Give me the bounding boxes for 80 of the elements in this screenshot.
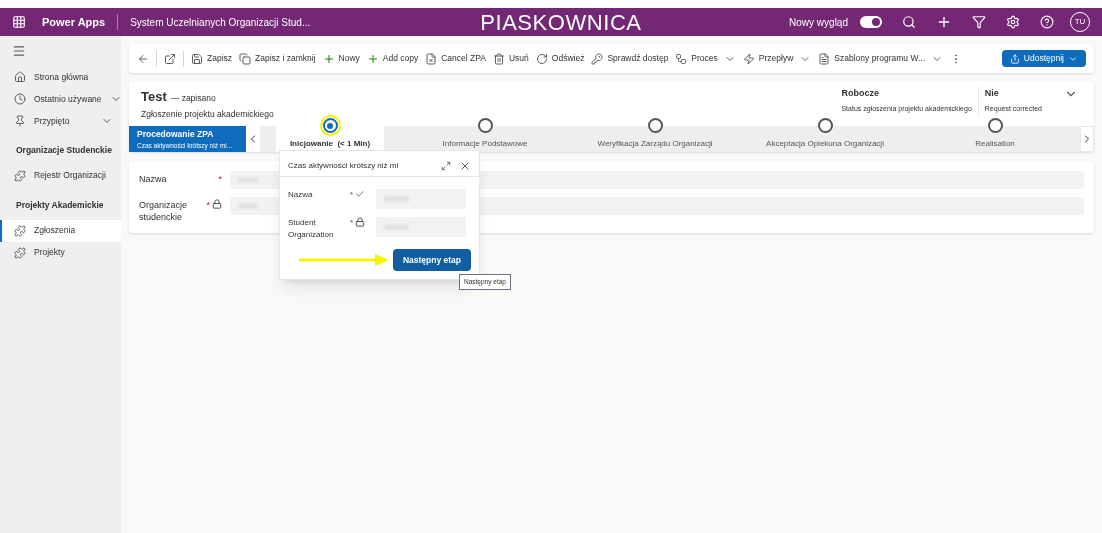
field-label: Nazwa bbox=[288, 189, 314, 201]
flyout-title: Czas aktywności krótszy niż mi bbox=[288, 159, 399, 172]
process-stage[interactable]: Weryfikacja Zarządu Organizacji bbox=[570, 118, 740, 152]
toolbar-button[interactable]: Zapisz bbox=[191, 52, 233, 65]
save-status: — zapisano bbox=[170, 92, 216, 105]
save-icon bbox=[191, 52, 203, 65]
process-stage[interactable]: Informacje Podstawowe bbox=[400, 118, 570, 152]
process-stage[interactable]: Akceptacja Opiekuna Organizacji bbox=[740, 118, 910, 152]
puzzle-icon bbox=[14, 169, 26, 182]
menu-icon[interactable] bbox=[12, 44, 26, 58]
banner-title: PIASKOWNICA bbox=[480, 8, 642, 37]
flow-icon bbox=[675, 52, 688, 65]
filter-icon[interactable] bbox=[972, 15, 986, 29]
key-icon bbox=[591, 52, 604, 65]
environment-name: System Uczelnianych Organizacji Stud... bbox=[130, 15, 311, 30]
field-label: Nazwa bbox=[139, 173, 168, 185]
required-mark: * bbox=[350, 217, 354, 229]
refresh-icon bbox=[535, 52, 548, 65]
plus-icon[interactable] bbox=[936, 14, 952, 30]
lock-icon bbox=[355, 217, 366, 227]
field-label: Organizacje studenckie bbox=[139, 199, 189, 223]
document-icon bbox=[818, 52, 831, 65]
popout-icon[interactable] bbox=[164, 52, 176, 65]
toolbar-button[interactable]: Usuń bbox=[492, 52, 529, 65]
toolbar-button[interactable]: Zapisz i zamknij bbox=[239, 52, 316, 65]
toolbar-button[interactable]: Sprawdź dostęp bbox=[591, 52, 669, 65]
clock-icon bbox=[14, 93, 26, 105]
pin-icon bbox=[14, 115, 26, 127]
toolbar-button[interactable]: Proces bbox=[675, 52, 736, 65]
flow-icon bbox=[742, 52, 755, 65]
required-mark: * bbox=[206, 199, 210, 212]
process-stage[interactable]: Inicjowanie (< 1 Min) bbox=[276, 118, 384, 152]
expand-icon[interactable] bbox=[441, 160, 451, 171]
new-look-label: Nowy wygląd bbox=[789, 15, 848, 30]
sidebar-item[interactable]: Rejestr Organizacji bbox=[0, 164, 121, 187]
entity-name: Zgłoszenie projektu akademickiego bbox=[141, 108, 274, 120]
record-title: Test bbox=[141, 88, 167, 106]
document-icon bbox=[425, 52, 438, 65]
plus-icon bbox=[322, 52, 335, 65]
toolbar-button[interactable]: Add copy bbox=[366, 52, 419, 65]
new-look-toggle[interactable] bbox=[860, 16, 882, 28]
required-mark: * bbox=[350, 189, 354, 201]
app-name[interactable]: Power Apps bbox=[42, 13, 106, 31]
toolbar-button[interactable]: Przepływ bbox=[742, 52, 812, 65]
field-label: Student Organization bbox=[288, 217, 335, 241]
share-button[interactable]: Udostępnij bbox=[1001, 50, 1086, 67]
help-icon[interactable] bbox=[1040, 15, 1054, 29]
plus-icon bbox=[366, 52, 379, 65]
settings-icon[interactable] bbox=[1006, 15, 1020, 29]
sidebar-item[interactable]: Zgłoszenia bbox=[0, 219, 121, 242]
check-icon bbox=[355, 189, 366, 199]
lock-icon bbox=[212, 199, 222, 209]
input-field[interactable] bbox=[376, 189, 466, 209]
home-icon bbox=[14, 71, 26, 83]
back-icon[interactable] bbox=[137, 52, 149, 65]
trash-icon bbox=[492, 52, 505, 65]
toolbar-button[interactable]: Odśwież bbox=[535, 52, 585, 65]
app-launcher-icon[interactable] bbox=[12, 15, 26, 29]
toolbar-button[interactable]: Cancel ZPA bbox=[425, 52, 486, 65]
share-icon bbox=[1009, 53, 1020, 64]
process-stage[interactable]: Realisation bbox=[910, 118, 1080, 152]
puzzle-icon bbox=[14, 246, 26, 259]
sidebar-item[interactable]: Przypięto bbox=[0, 110, 121, 132]
next-stage-button[interactable] bbox=[1080, 126, 1094, 152]
toolbar-button[interactable]: Szablony programu W... bbox=[818, 52, 944, 65]
sidebar-item[interactable]: Ostatnio używane bbox=[0, 88, 121, 110]
header-field-value: Robocze bbox=[841, 87, 880, 100]
toolbar-button[interactable]: Nowy bbox=[322, 52, 360, 65]
required-mark: * bbox=[218, 173, 222, 186]
save-close-icon bbox=[239, 52, 252, 65]
search-icon[interactable] bbox=[902, 15, 916, 29]
sidebar-section-title: Organizacje Studenckie bbox=[15, 144, 113, 157]
next-stage-button[interactable]: Następny etap bbox=[392, 249, 471, 271]
sidebar-section-title: Projekty Akademickie bbox=[15, 198, 105, 212]
sidebar-item[interactable]: Projekty bbox=[0, 241, 121, 264]
sidebar-item[interactable]: Strona główna bbox=[0, 66, 121, 88]
header-field-value: Nie bbox=[984, 87, 1000, 100]
input-field[interactable] bbox=[376, 217, 466, 237]
puzzle-icon bbox=[14, 224, 26, 237]
previous-stage-button[interactable] bbox=[246, 126, 260, 152]
